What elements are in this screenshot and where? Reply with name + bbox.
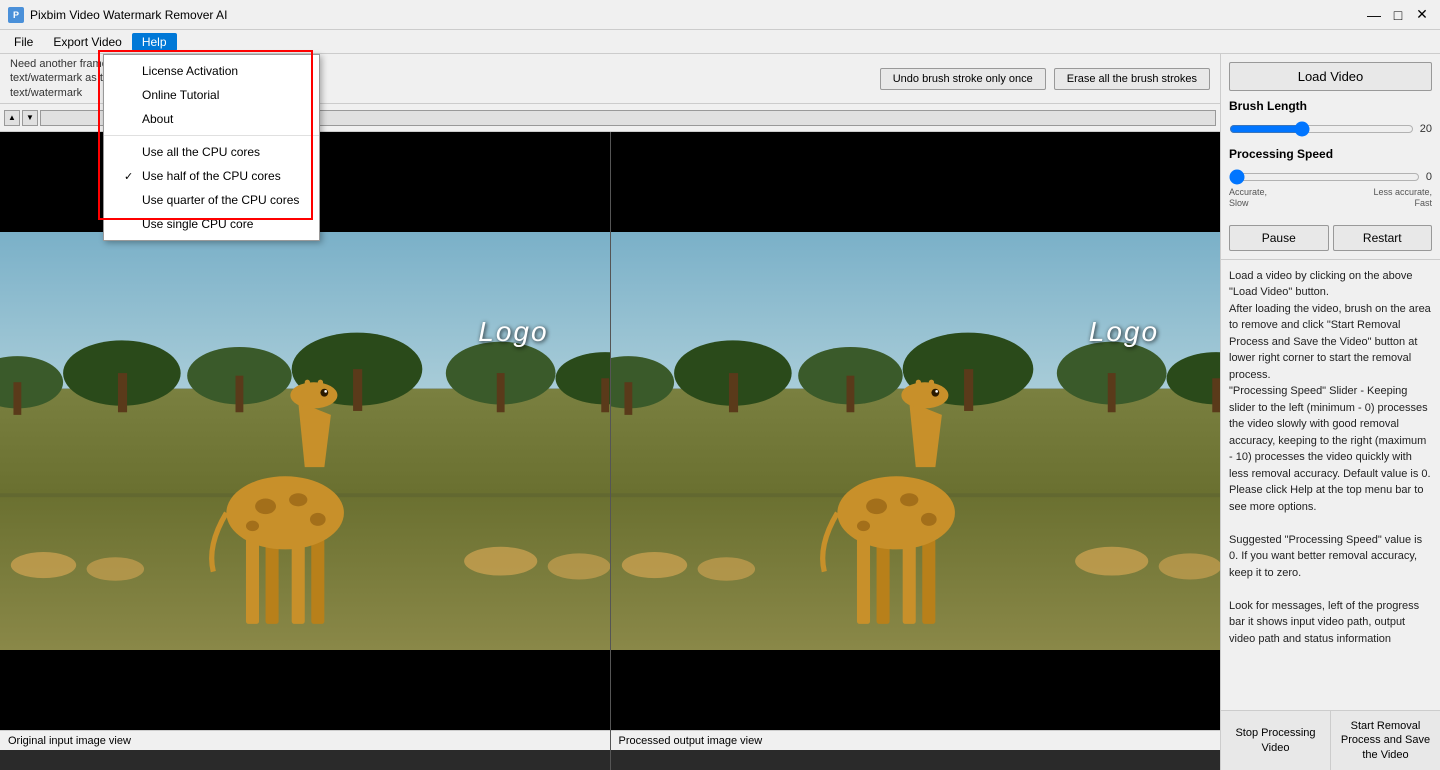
processing-speed-value: 0 [1426, 171, 1432, 183]
giraffe-scene-right[interactable]: Logo [611, 232, 1221, 650]
erase-strokes-button[interactable]: Erase all the brush strokes [1054, 68, 1210, 90]
speed-label-right: Less accurate,Fast [1373, 187, 1432, 209]
maximize-button[interactable]: □ [1388, 5, 1408, 25]
giraffe-svg-right [611, 232, 1221, 650]
undo-brush-button[interactable]: Undo brush stroke only once [880, 68, 1046, 90]
processed-video-panel: Logo Processed output image view [610, 132, 1221, 770]
black-top-right [611, 132, 1221, 232]
giraffe-svg-left [0, 232, 610, 650]
black-bottom-left [0, 650, 610, 730]
menu-help[interactable]: Help [132, 33, 177, 51]
scroll-down-button[interactable]: ▼ [22, 110, 38, 126]
black-bottom-right [611, 650, 1221, 730]
menu-license-activation[interactable]: License Activation [104, 59, 319, 83]
brush-length-value: 20 [1420, 123, 1432, 135]
checkmark-half-cpu: ✓ [124, 170, 136, 183]
bottom-buttons: Stop Processing Video Start Removal Proc… [1221, 710, 1440, 770]
minimize-button[interactable]: — [1364, 5, 1384, 25]
speed-label-left: Accurate,Slow [1229, 187, 1267, 209]
pause-restart-row: Pause Restart [1229, 225, 1432, 251]
giraffe-scene-left[interactable]: Logo [0, 232, 610, 650]
menu-export-video[interactable]: Export Video [43, 33, 132, 51]
menu-use-all-cpu[interactable]: Use all the CPU cores [104, 140, 319, 164]
original-panel-label: Original input image view [0, 730, 610, 750]
info-text: Load a video by clicking on the above "L… [1221, 260, 1440, 710]
app-icon: P [8, 7, 24, 23]
brush-length-slider-container: 20 [1229, 117, 1432, 147]
right-panel-top: Load Video Brush Length 20 Processing Sp… [1221, 54, 1440, 260]
scroll-up-button[interactable]: ▲ [4, 110, 20, 126]
title-bar: P Pixbim Video Watermark Remover AI — □ … [0, 0, 1440, 30]
menu-use-single-cpu[interactable]: Use single CPU core [104, 212, 319, 236]
start-removal-button[interactable]: Start Removal Process and Save the Video [1331, 711, 1440, 770]
help-dropdown: License Activation Online Tutorial About… [103, 54, 320, 241]
menu-use-half-cpu[interactable]: ✓ Use half of the CPU cores [104, 164, 319, 188]
menu-use-quarter-cpu[interactable]: Use quarter of the CPU cores [104, 188, 319, 212]
menu-divider [104, 135, 319, 136]
menu-online-tutorial[interactable]: Online Tutorial [104, 83, 319, 107]
app-title: Pixbim Video Watermark Remover AI [30, 8, 227, 22]
close-button[interactable]: ✕ [1412, 5, 1432, 25]
logo-text-left: Logo [478, 316, 548, 348]
pause-button[interactable]: Pause [1229, 225, 1329, 251]
window-controls: — □ ✕ [1364, 5, 1432, 25]
menu-file[interactable]: File [4, 33, 43, 51]
right-panel: Load Video Brush Length 20 Processing Sp… [1220, 54, 1440, 770]
speed-slider-labels: Accurate,Slow Less accurate,Fast [1229, 187, 1432, 209]
processed-panel-label: Processed output image view [611, 730, 1221, 750]
restart-button[interactable]: Restart [1333, 225, 1433, 251]
processing-speed-label: Processing Speed [1229, 147, 1432, 161]
brush-length-slider[interactable] [1229, 121, 1414, 137]
brush-length-label: Brush Length [1229, 99, 1432, 113]
menu-bar: File Export Video Help License Activatio… [0, 30, 1440, 54]
stop-processing-button[interactable]: Stop Processing Video [1221, 711, 1331, 770]
processing-speed-slider[interactable] [1229, 169, 1420, 185]
menu-about[interactable]: About [104, 107, 319, 131]
logo-text-right: Logo [1089, 316, 1159, 348]
load-video-button[interactable]: Load Video [1229, 62, 1432, 91]
processing-speed-slider-container: 0 Accurate,Slow Less accurate,Fast [1229, 165, 1432, 217]
